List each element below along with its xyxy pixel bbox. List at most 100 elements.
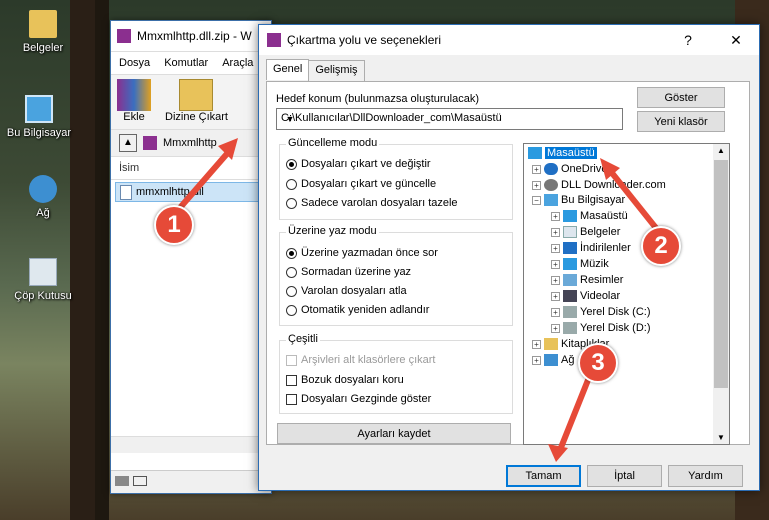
overwrite-option-ask[interactable]: Üzerine yazmadan önce sor: [286, 247, 438, 259]
tree-item-label: DLL Downloader.com: [561, 179, 666, 191]
tree-item-videos[interactable]: + Videolar: [551, 290, 620, 302]
target-path-combo[interactable]: C:\Kullanıcılar\DllDownloader_com\Masaüs…: [276, 108, 623, 130]
extract-folder-icon: [179, 79, 214, 111]
overwrite-option-skip[interactable]: Varolan dosyaları atla: [286, 285, 407, 297]
radio-button[interactable]: [286, 178, 297, 190]
menu-tools[interactable]: Araçla: [222, 57, 253, 69]
expand-icon[interactable]: +: [551, 291, 560, 301]
menu-bar: Dosya Komutlar Araçla: [111, 52, 271, 74]
radio-button[interactable]: [286, 285, 297, 297]
scroll-up-icon[interactable]: ▲: [713, 146, 729, 155]
tree-item-desktop[interactable]: Masaüstü: [528, 147, 597, 159]
expand-icon[interactable]: +: [551, 275, 560, 285]
key-icon: [133, 476, 147, 486]
vertical-scrollbar[interactable]: ▲ ▼: [713, 144, 729, 444]
misc-option-keep-broken[interactable]: Bozuk dosyaları koru: [286, 374, 404, 386]
new-folder-button[interactable]: Yeni klasör: [637, 111, 725, 132]
overwrite-option-rename[interactable]: Otomatik yeniden adlandır: [286, 304, 429, 316]
checkbox[interactable]: [286, 354, 297, 366]
desktop-icon-this-pc[interactable]: Bu Bilgisayar: [4, 95, 74, 139]
collapse-icon[interactable]: −: [532, 195, 541, 205]
radio-button[interactable]: [286, 304, 297, 316]
scroll-down-icon[interactable]: ▼: [713, 433, 729, 442]
ok-button[interactable]: Tamam: [506, 465, 581, 487]
expand-icon[interactable]: +: [551, 211, 560, 221]
expand-icon[interactable]: +: [532, 164, 541, 174]
expand-icon[interactable]: +: [532, 180, 541, 190]
download-arrow-icon: [563, 242, 577, 254]
column-header-name[interactable]: İsim: [111, 157, 271, 180]
expand-icon[interactable]: +: [551, 227, 560, 237]
network-icon: [29, 175, 57, 203]
checkbox[interactable]: [286, 393, 297, 405]
save-settings-button[interactable]: Ayarları kaydet: [277, 423, 511, 444]
tree-item-documents[interactable]: + Belgeler: [551, 226, 620, 238]
help-title-button[interactable]: ?: [667, 25, 709, 55]
tree-item-disk-d[interactable]: + Yerel Disk (D:): [551, 322, 651, 334]
tree-item-pc-desktop[interactable]: + Masaüstü: [551, 210, 628, 222]
expand-icon[interactable]: +: [532, 339, 541, 349]
drive-icon: [115, 476, 129, 486]
menu-commands[interactable]: Komutlar: [164, 57, 208, 69]
extract-to-button[interactable]: Dizine Çıkart: [165, 79, 228, 125]
menu-file[interactable]: Dosya: [119, 57, 150, 69]
tree-item-onedrive[interactable]: + OneDrive: [532, 163, 607, 175]
address-text[interactable]: Mmxmlhttp: [163, 137, 217, 149]
chevron-down-icon[interactable]: ▼: [281, 109, 299, 129]
libraries-icon: [544, 338, 558, 350]
network-icon: [544, 354, 558, 366]
tree-item-music[interactable]: + Müzik: [551, 258, 609, 270]
tree-item-label: Masaüstü: [580, 210, 628, 222]
expand-icon[interactable]: +: [551, 259, 560, 269]
target-label: Hedef konum (bulunmazsa oluşturulacak): [276, 93, 479, 105]
radio-button[interactable]: [286, 247, 297, 259]
pictures-icon: [563, 274, 577, 286]
tab-advanced[interactable]: Gelişmiş: [308, 60, 365, 81]
tab-general[interactable]: Genel: [266, 59, 310, 80]
cancel-button[interactable]: İptal: [587, 465, 662, 487]
tree-item-downloads[interactable]: + İndirilenler: [551, 242, 631, 254]
dialog-tabs: Genel Gelişmiş: [266, 59, 365, 81]
desktop-icon-recycle-bin[interactable]: Çöp Kutusu: [8, 258, 78, 302]
overwrite-option-without-ask[interactable]: Sormadan üzerine yaz: [286, 266, 411, 278]
window-title: Mmxmlhttp.dll.zip - W: [137, 29, 252, 43]
file-row[interactable]: mmxmlhttp.dll: [115, 182, 267, 202]
radio-button[interactable]: [286, 197, 297, 209]
misc-option-subfolders[interactable]: Arşivleri alt klasörlere çıkart: [286, 354, 435, 366]
desktop-icon-documents[interactable]: Belgeler: [8, 10, 78, 54]
option-label: Dosyaları Gezginde göster: [301, 393, 432, 405]
tree-item-dlldownloader[interactable]: + DLL Downloader.com: [532, 179, 666, 191]
add-button[interactable]: Ekle: [117, 79, 151, 125]
drive-icon: [563, 322, 577, 334]
add-button-label: Ekle: [123, 111, 145, 123]
up-folder-icon[interactable]: ▲: [119, 134, 137, 152]
horizontal-scrollbar[interactable]: [111, 436, 271, 453]
target-path-value: C:\Kullanıcılar\DllDownloader_com\Masaüs…: [281, 112, 502, 124]
help-button[interactable]: Yardım: [668, 465, 743, 487]
status-bar: [111, 470, 271, 493]
expand-icon[interactable]: +: [551, 307, 560, 317]
tree-item-pictures[interactable]: + Resimler: [551, 274, 623, 286]
update-option-update[interactable]: Dosyaları çıkart ve güncelle: [286, 178, 436, 190]
desktop-icon-label: Belgeler: [22, 42, 64, 54]
checkbox[interactable]: [286, 374, 297, 386]
radio-button[interactable]: [286, 158, 297, 170]
extract-to-button-label: Dizine Çıkart: [165, 111, 228, 123]
update-option-freshen[interactable]: Sadece varolan dosyaları tazele: [286, 197, 458, 209]
tree-item-label: İndirilenler: [580, 242, 631, 254]
expand-icon[interactable]: +: [532, 355, 541, 365]
expand-icon[interactable]: +: [551, 243, 560, 253]
tree-item-this-pc[interactable]: − Bu Bilgisayar: [532, 194, 625, 206]
radio-button[interactable]: [286, 266, 297, 278]
misc-option-show-in-explorer[interactable]: Dosyaları Gezginde göster: [286, 393, 431, 405]
close-button[interactable]: ✕: [715, 25, 757, 55]
tree-item-network[interactable]: + Ağ: [532, 354, 574, 366]
desktop-icon-network[interactable]: Ağ: [8, 175, 78, 219]
option-label: Sadece varolan dosyaları tazele: [301, 197, 458, 209]
desktop-icon-label: Ağ: [36, 207, 50, 219]
tree-item-disk-c[interactable]: + Yerel Disk (C:): [551, 306, 651, 318]
scroll-thumb[interactable]: [714, 160, 728, 388]
show-button[interactable]: Göster: [637, 87, 725, 108]
expand-icon[interactable]: +: [551, 323, 560, 333]
update-option-replace[interactable]: Dosyaları çıkart ve değiştir: [286, 158, 431, 170]
